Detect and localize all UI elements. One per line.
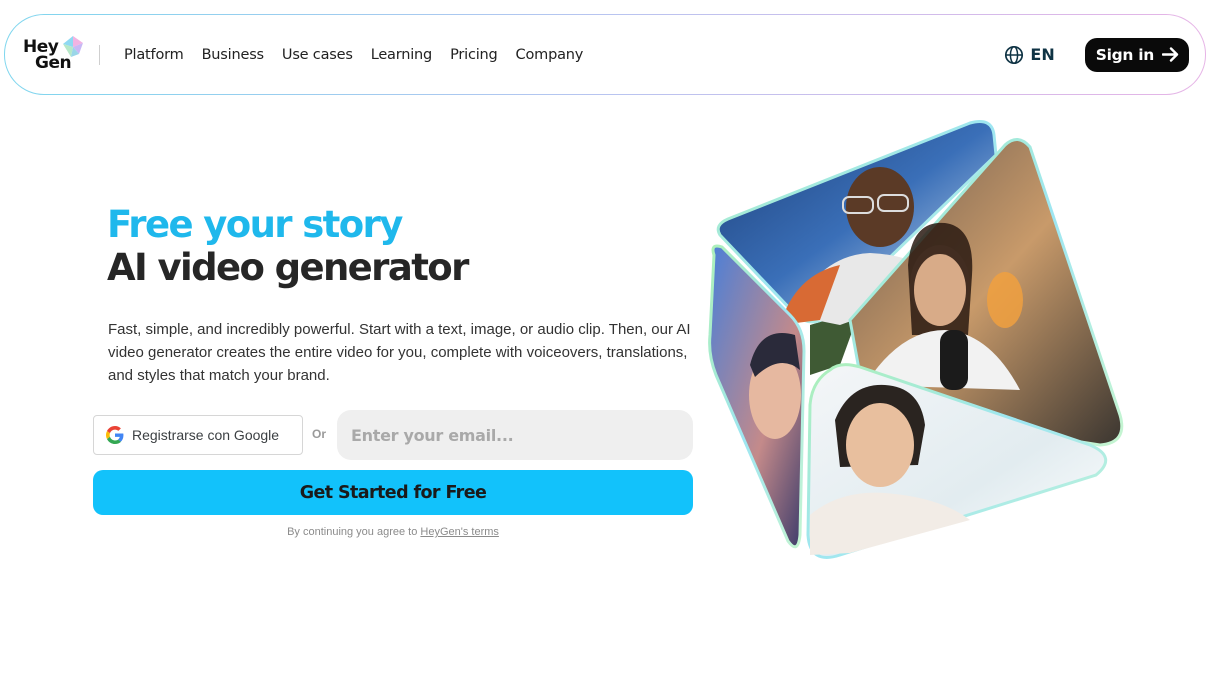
sign-in-button[interactable]: Sign in	[1084, 37, 1189, 72]
terms-prefix: By continuing you agree to	[287, 526, 421, 538]
hero-video-collage	[708, 120, 1124, 559]
nav-links: Platform Business Use cases Learning Pri…	[124, 47, 601, 63]
heygen-logo-gem	[63, 35, 83, 57]
google-icon	[106, 426, 124, 444]
nav-link-use-cases[interactable]: Use cases	[282, 47, 353, 63]
arrow-right-icon	[1162, 47, 1179, 62]
globe-icon	[1005, 45, 1024, 64]
nav-link-business[interactable]: Business	[202, 47, 265, 63]
or-separator: Or	[312, 427, 327, 441]
google-signup-button[interactable]: Registrarse con Google	[93, 415, 303, 455]
hero-description: Fast, simple, and incredibly powerful. S…	[108, 321, 691, 384]
get-started-button[interactable]: Get Started for Free	[93, 470, 693, 515]
nav-link-company[interactable]: Company	[516, 47, 584, 63]
nav-link-pricing[interactable]: Pricing	[450, 47, 498, 63]
language-selector[interactable]: EN	[1004, 45, 1055, 65]
language-label: EN	[1030, 45, 1055, 64]
nav-link-learning[interactable]: Learning	[371, 47, 433, 63]
email-input[interactable]	[337, 410, 693, 460]
hero-title: AI video generator	[107, 246, 469, 289]
terms-notice: By continuing you agree to HeyGen's term…	[93, 526, 693, 538]
presenter-man-left	[749, 333, 801, 439]
sign-in-label: Sign in	[1095, 45, 1155, 64]
terms-link[interactable]: HeyGen's terms	[420, 526, 499, 538]
top-navbar: Hey Gen Platform Business Use cases Lear…	[4, 14, 1206, 95]
nav-link-platform[interactable]: Platform	[124, 47, 184, 63]
page: Hey Gen Platform Business Use cases Lear…	[0, 0, 1209, 682]
heygen-logo[interactable]: Hey Gen	[23, 33, 87, 77]
google-signup-label: Registrarse con Google	[132, 427, 280, 443]
hero-title-highlight: Free your story	[107, 203, 403, 246]
nav-divider	[99, 44, 100, 65]
